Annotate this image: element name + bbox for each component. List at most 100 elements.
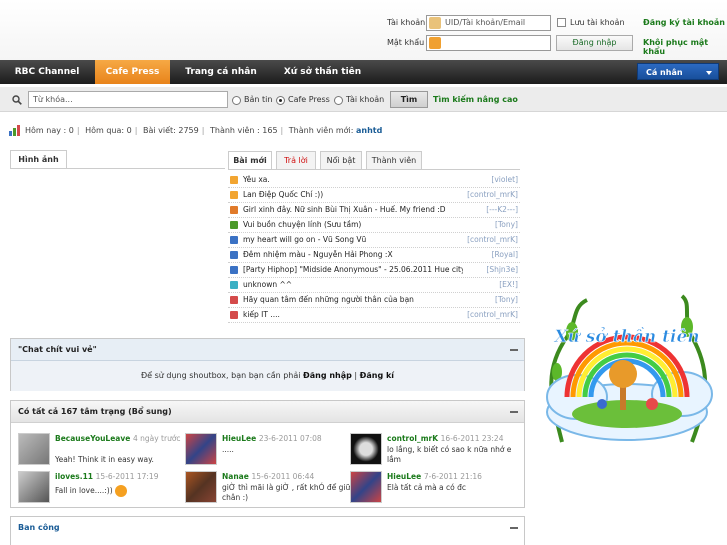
collapse-icon[interactable]: [510, 527, 518, 529]
avatar[interactable]: [350, 433, 382, 465]
shoutbox-register-link[interactable]: Đăng kí: [360, 371, 394, 380]
status-item: Nanae 15-6-2011 06:44 giỜ thì mãi là giỜ…: [185, 471, 355, 505]
advanced-search-link[interactable]: Tìm kiếm nâng cao: [433, 95, 518, 104]
post-title[interactable]: Yêu xa.: [243, 175, 270, 184]
tab-noi-bat[interactable]: Nổi bật: [320, 151, 362, 169]
status-user[interactable]: HieuLee: [387, 472, 421, 481]
list-item[interactable]: my heart will go on - Vũ Song Vũ [control…: [228, 233, 520, 248]
balcony-title[interactable]: Ban công: [18, 523, 60, 532]
shoutbox-title: "Chat chít vui vẻ": [18, 345, 97, 354]
search-input[interactable]: Từ khóa...: [28, 91, 228, 108]
list-item[interactable]: [Party Hiphop] "Midside Anonymous" - 25.…: [228, 263, 520, 278]
radio-tai-khoan-label: Tài khoản: [346, 95, 385, 104]
post-author[interactable]: [Shjn3e]: [486, 265, 518, 274]
list-item[interactable]: kiếp IT .... [control_mrK]: [228, 308, 520, 323]
remember-checkbox[interactable]: [557, 18, 566, 27]
shoutbox-login-link[interactable]: Đăng nhập: [303, 371, 352, 380]
post-title[interactable]: kiếp IT ....: [243, 310, 280, 319]
status-text: lo lắng, k biết có sao k nữa nhớ e lắm: [387, 445, 512, 464]
collapse-icon[interactable]: [510, 349, 518, 351]
xu-so-than-tien-logo[interactable]: Xứ sở thần tiên: [532, 292, 722, 450]
collapse-icon[interactable]: [510, 411, 518, 413]
status-item: control_mrK 16-6-2011 23:24 lo lắng, k b…: [350, 433, 520, 467]
stat-yesterday: Hôm qua: 0: [85, 126, 132, 135]
personal-menu-dropdown[interactable]: Cá nhân: [637, 63, 719, 80]
post-author[interactable]: [EX!]: [499, 280, 518, 289]
status-time: 16-6-2011 23:24: [440, 434, 504, 443]
status-text: giỜ thì mãi là giỜ , rất khÓ để giữ chân…: [222, 483, 351, 502]
radio-cafe-press[interactable]: [276, 96, 285, 105]
status-item: BecauseYouLeave 4 ngày trước Yeah! Think…: [18, 433, 188, 467]
status-text: Elà tất cả mà a có đc: [387, 483, 467, 492]
status-item: HieuLee 7-6-2011 21:16 Elà tất cả mà a c…: [350, 471, 520, 505]
chevron-down-icon: [706, 71, 712, 75]
nav-cafe-press[interactable]: Cafe Press: [95, 60, 170, 84]
post-author[interactable]: [Tony]: [495, 295, 518, 304]
post-title[interactable]: Đêm nhiệm màu - Nguyễn Hải Phong :X: [243, 250, 393, 259]
nav-rbc-channel[interactable]: RBC Channel: [8, 60, 86, 84]
tab-hinh-anh[interactable]: Hình ảnh: [10, 150, 67, 168]
post-author[interactable]: [violet]: [491, 175, 518, 184]
post-title[interactable]: unknown ^^: [243, 280, 292, 289]
status-user[interactable]: iloves.11: [55, 472, 93, 481]
status-text-content: Fall in love....:)): [55, 486, 113, 495]
avatar[interactable]: [185, 433, 217, 465]
status-text: Fall in love....:)): [55, 485, 185, 497]
avatar[interactable]: [18, 433, 50, 465]
register-link[interactable]: Đăng ký tài khoản: [643, 18, 725, 27]
post-author[interactable]: [control_mrK]: [467, 235, 518, 244]
post-title[interactable]: Vui buồn chuyện lính (Sưu tầm): [243, 220, 361, 229]
list-item[interactable]: Hãy quan tâm đến những người thân của bạ…: [228, 293, 520, 308]
status-user[interactable]: HieuLee: [222, 434, 256, 443]
logo-text: Xứ sở thần tiên: [553, 327, 699, 347]
radio-tai-khoan[interactable]: [334, 96, 343, 105]
list-item[interactable]: Girl xinh đây. Nữ sinh Bùi Thị Xuân - Hu…: [228, 203, 520, 218]
tab-thanh-vien[interactable]: Thành viên: [366, 151, 422, 169]
nav-trang-ca-nhan[interactable]: Trang cá nhân: [175, 60, 267, 84]
status-user[interactable]: control_mrK: [387, 434, 438, 443]
post-author[interactable]: [Royal]: [492, 250, 518, 259]
post-title[interactable]: Girl xinh đây. Nữ sinh Bùi Thị Xuân - Hu…: [243, 205, 446, 214]
balcony-panel: Ban công: [10, 516, 525, 545]
list-item[interactable]: Vui buồn chuyện lính (Sưu tầm) [Tony]: [228, 218, 520, 233]
status-user[interactable]: BecauseYouLeave: [55, 434, 130, 443]
list-item[interactable]: unknown ^^ [EX!]: [228, 278, 520, 293]
search-button[interactable]: Tìm: [390, 91, 428, 108]
post-title[interactable]: my heart will go on - Vũ Song Vũ: [243, 235, 366, 244]
post-author[interactable]: [control_mrK]: [467, 190, 518, 199]
tab-tra-loi[interactable]: Trả lời: [276, 151, 316, 169]
post-icon: [230, 221, 238, 229]
post-title[interactable]: Lan Điệp Quốc Chí :)): [243, 190, 323, 199]
login-button[interactable]: Đăng nhập: [556, 35, 633, 51]
tab-bai-moi[interactable]: Bài mới: [228, 151, 272, 169]
password-input[interactable]: [426, 35, 551, 51]
newest-member-link[interactable]: anhtd: [356, 126, 382, 135]
list-item[interactable]: Lan Điệp Quốc Chí :)) [control_mrK]: [228, 188, 520, 203]
recover-password-link[interactable]: Khôi phục mật khẩu: [643, 38, 727, 56]
avatar[interactable]: [18, 471, 50, 503]
radio-ban-tin[interactable]: [232, 96, 241, 105]
key-icon: [429, 37, 441, 49]
remember-label: Lưu tài khoản: [570, 18, 625, 27]
shoutbox-separator: |: [354, 371, 358, 380]
post-title[interactable]: [Party Hiphop] "Midside Anonymous" - 25.…: [243, 265, 463, 274]
post-author[interactable]: [Tony]: [495, 220, 518, 229]
moods-title: Có tất cả 167 tâm trạng (Bổ sung): [18, 407, 172, 416]
search-bar: Từ khóa... Bản tin Cafe Press Tài khoản …: [0, 87, 727, 112]
list-item[interactable]: Đêm nhiệm màu - Nguyễn Hải Phong :X [Roya…: [228, 248, 520, 263]
account-input[interactable]: UID/Tài khoản/Email: [426, 15, 551, 31]
status-user[interactable]: Nanae: [222, 472, 249, 481]
list-item[interactable]: Yêu xa. [violet]: [228, 173, 520, 188]
status-text: .....: [222, 445, 234, 454]
avatar[interactable]: [185, 471, 217, 503]
nav-xu-so-than-tien[interactable]: Xứ sở thần tiên: [275, 60, 370, 84]
post-icon: [230, 296, 238, 304]
post-icon: [230, 311, 238, 319]
post-title[interactable]: Hãy quan tâm đến những người thân của bạ…: [243, 295, 414, 304]
shoutbox-message: Để sử dụng shoutbox, bạn bạn cần phải: [140, 371, 301, 380]
post-author[interactable]: [control_mrK]: [467, 310, 518, 319]
stat-posts: Bài viết: 2759: [142, 126, 199, 135]
avatar[interactable]: [350, 471, 382, 503]
stats-chart-icon: [9, 125, 20, 136]
post-author[interactable]: [---K2---]: [486, 205, 518, 214]
